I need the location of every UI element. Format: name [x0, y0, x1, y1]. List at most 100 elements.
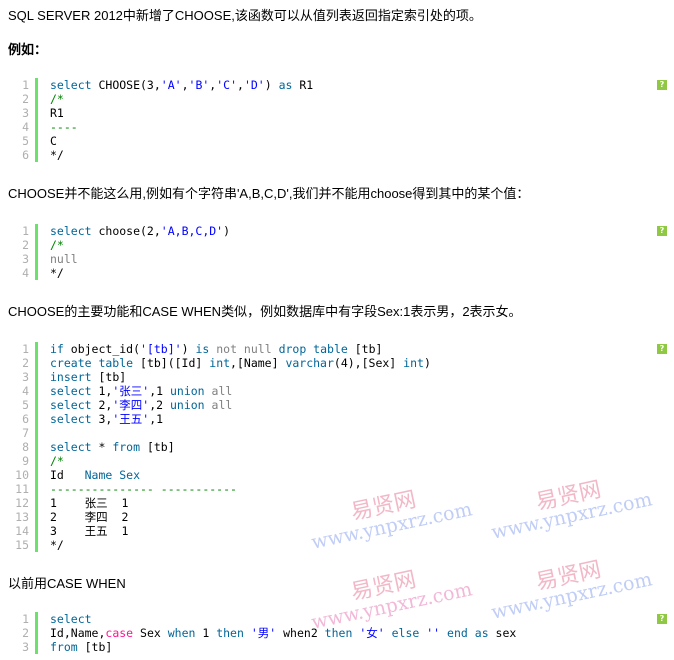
gutter-bar	[35, 626, 38, 640]
code-token: select	[50, 384, 92, 398]
code-token: all	[211, 398, 233, 412]
gutter-bar	[35, 510, 38, 524]
code-token: [tb]	[91, 370, 127, 384]
code-line: 10 Id Name Sex	[0, 468, 674, 482]
line-number: 14	[15, 524, 29, 538]
help-icon[interactable]: ?	[657, 614, 667, 624]
code-token: '李四'	[112, 398, 150, 412]
code-token: drop table	[278, 342, 348, 356]
line-number: 9	[22, 454, 29, 468]
code-token: then	[216, 626, 244, 640]
code-line: 5C	[0, 134, 674, 148]
help-icon[interactable]: ?	[657, 344, 667, 354]
code-text: from [tb]	[50, 640, 112, 654]
code-text: 2 李四 2	[50, 510, 128, 524]
code-token: from	[50, 640, 78, 654]
code-token: union	[169, 384, 205, 398]
paragraph: CHOOSE的主要功能和CASE WHEN类似，例如数据库中有字段Sex:1表示…	[8, 304, 522, 319]
code-token: *	[91, 440, 113, 454]
code-token: Name Sex	[84, 468, 141, 482]
code-text: 3 王五 1	[50, 524, 128, 538]
paragraph: CHOOSE并不能这么用,例如有个字符串'A,B,C,D',我们并不能用choo…	[8, 186, 530, 201]
gutter-bar	[35, 524, 38, 538]
help-icon[interactable]: ?	[657, 80, 667, 90]
gutter-bar	[35, 224, 38, 238]
code-token: )	[264, 78, 279, 92]
code-line: 3 null	[0, 252, 674, 266]
code-token: /*	[50, 238, 64, 252]
code-token: 3,	[91, 412, 113, 426]
line-number: 12	[15, 496, 29, 510]
code-token: Id,Name,	[50, 626, 106, 640]
code-token: '[tb]'	[140, 342, 182, 356]
code-token: ,1	[149, 384, 170, 398]
code-line: 2 Id,Name,case Sex when 1 then '男' when2 …	[0, 626, 674, 640]
code-token: as	[278, 78, 293, 92]
gutter-bar	[35, 496, 38, 510]
line-number: 13	[15, 510, 29, 524]
gutter-bar	[35, 134, 38, 148]
gutter-bar	[35, 426, 38, 440]
code-text: */	[50, 538, 64, 552]
code-line: 15 */	[0, 538, 674, 552]
code-token: end	[447, 626, 468, 640]
code-text: if object_id('[tb]') is not null drop ta…	[50, 342, 382, 356]
code-token: 'B'	[188, 78, 210, 92]
code-token: if	[50, 342, 64, 356]
code-token: [tb]	[347, 342, 383, 356]
code-line: 1 select choose(2,'A,B,C,D')?	[0, 224, 674, 238]
gutter-bar	[35, 120, 38, 134]
code-token: case	[105, 626, 134, 640]
code-token: select	[50, 224, 92, 238]
line-number: 3	[22, 252, 29, 266]
code-token: 2 李四 2	[50, 510, 129, 524]
line-number: 3	[22, 640, 29, 654]
line-number: 6	[22, 412, 29, 426]
code-token: int	[209, 356, 231, 370]
gutter-bar	[35, 356, 38, 370]
gutter-bar	[35, 148, 38, 162]
code-text: select 1,'张三',1 union all	[50, 384, 232, 398]
code-token: 1	[195, 626, 217, 640]
line-number: 2	[22, 356, 29, 370]
code-token: )	[181, 342, 196, 356]
gutter-bar	[35, 106, 38, 120]
code-token: 'C'	[216, 78, 238, 92]
code-text: /*	[50, 238, 64, 252]
code-text: Id Name Sex	[50, 468, 140, 482]
line-number: 1	[22, 612, 29, 626]
watermark-cn: 易贤网	[533, 557, 604, 596]
line-number: 8	[22, 440, 29, 454]
code-line: 3 R1	[0, 106, 674, 120]
code-line: 9 /*	[0, 454, 674, 468]
code-text: /*	[50, 92, 64, 106]
gutter-bar	[35, 440, 38, 454]
code-token: select	[50, 440, 92, 454]
code-token: Id	[50, 468, 85, 482]
code-token: from	[112, 440, 141, 454]
code-line: 8 select * from [tb]	[0, 440, 674, 454]
code-token: ,[Name]	[230, 356, 286, 370]
code-token: then	[324, 626, 353, 640]
help-icon[interactable]: ?	[657, 226, 667, 236]
code-token: )	[223, 224, 231, 238]
code-token: select	[50, 412, 92, 426]
gutter-bar	[35, 398, 38, 412]
code-text: select choose(2,'A,B,C,D')	[50, 224, 230, 238]
code-text: create table [tb]([Id] int,[Name] varcha…	[50, 356, 431, 370]
code-text: */	[50, 266, 64, 280]
code-token: Sex	[133, 626, 168, 640]
code-token: */	[50, 538, 64, 552]
gutter-bar	[35, 468, 38, 482]
gutter-bar	[35, 342, 38, 356]
gutter-bar	[35, 454, 38, 468]
code-token: is	[195, 342, 210, 356]
line-number: 7	[22, 426, 29, 440]
code-token: 'D'	[243, 78, 265, 92]
code-token: 'A,B,C,D'	[160, 224, 224, 238]
code-line: 13 2 李四 2	[0, 510, 674, 524]
code-token: /*	[50, 92, 64, 106]
